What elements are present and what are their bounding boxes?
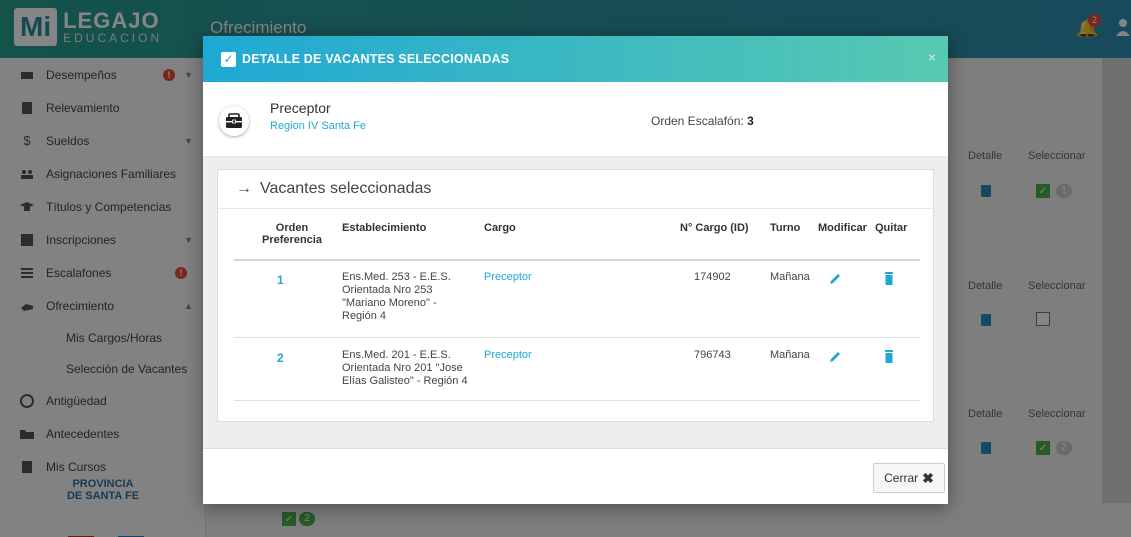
panel-title: → Vacantes seleccionadas — [236, 180, 432, 197]
briefcase-icon — [226, 113, 242, 128]
modal-header: ✓ DETALLE DE VACANTES SELECCIONADAS × — [203, 36, 948, 82]
pencil-icon[interactable] — [828, 272, 842, 286]
row-turno: Mañana — [770, 271, 810, 283]
row-establecimiento: Ens.Med. 201 - E.E.S. Orientada Nro 201 … — [342, 349, 468, 387]
col-quitar: Quitar — [875, 222, 908, 234]
trash-icon[interactable] — [882, 271, 896, 285]
row-turno: Mañana — [770, 349, 810, 361]
arrow-right-icon: → — [236, 180, 252, 197]
row-cargo-link[interactable]: Preceptor — [484, 349, 532, 361]
col-establecimiento: Establecimiento — [342, 222, 427, 234]
cargo-info: Preceptor Region IV Santa Fe Orden Escal… — [203, 82, 948, 157]
orden-escalafon-value: 3 — [747, 114, 754, 128]
modal-title: DETALLE DE VACANTES SELECCIONADAS — [242, 52, 510, 66]
close-icon: ✖ — [922, 469, 934, 486]
row-id: 796743 — [694, 349, 731, 361]
vacantes-panel: → Vacantes seleccionadas Orden Preferenc… — [217, 169, 934, 422]
row-orden: 2 — [277, 351, 284, 365]
col-turno: Turno — [770, 222, 801, 234]
row-orden: 1 — [277, 273, 284, 287]
close-button[interactable]: Cerrar ✖ — [873, 463, 945, 493]
trash-icon[interactable] — [882, 349, 896, 363]
row-cargo-link[interactable]: Preceptor — [484, 271, 532, 283]
cargo-region: Region IV Santa Fe — [270, 120, 367, 132]
col-modificar: Modificar — [818, 222, 867, 234]
check-icon: ✓ — [221, 51, 236, 67]
col-orden: Orden Preferencia — [262, 222, 322, 246]
col-cargo: Cargo — [484, 222, 516, 234]
briefcase-avatar — [219, 106, 249, 136]
col-n-cargo: N° Cargo (ID) — [680, 222, 749, 234]
close-icon[interactable]: × — [928, 49, 936, 65]
orden-escalafon: Orden Escalafón: 3 — [651, 114, 754, 128]
row-establecimiento: Ens.Med. 253 - E.E.S. Orientada Nro 253 … — [342, 271, 451, 322]
cargo-title: Preceptor — [270, 100, 331, 116]
pencil-icon[interactable] — [828, 350, 842, 364]
row-id: 174902 — [694, 271, 731, 283]
modal-body: → Vacantes seleccionadas Orden Preferenc… — [203, 157, 948, 449]
vacantes-modal: ✓ DETALLE DE VACANTES SELECCIONADAS × Pr… — [203, 36, 948, 504]
